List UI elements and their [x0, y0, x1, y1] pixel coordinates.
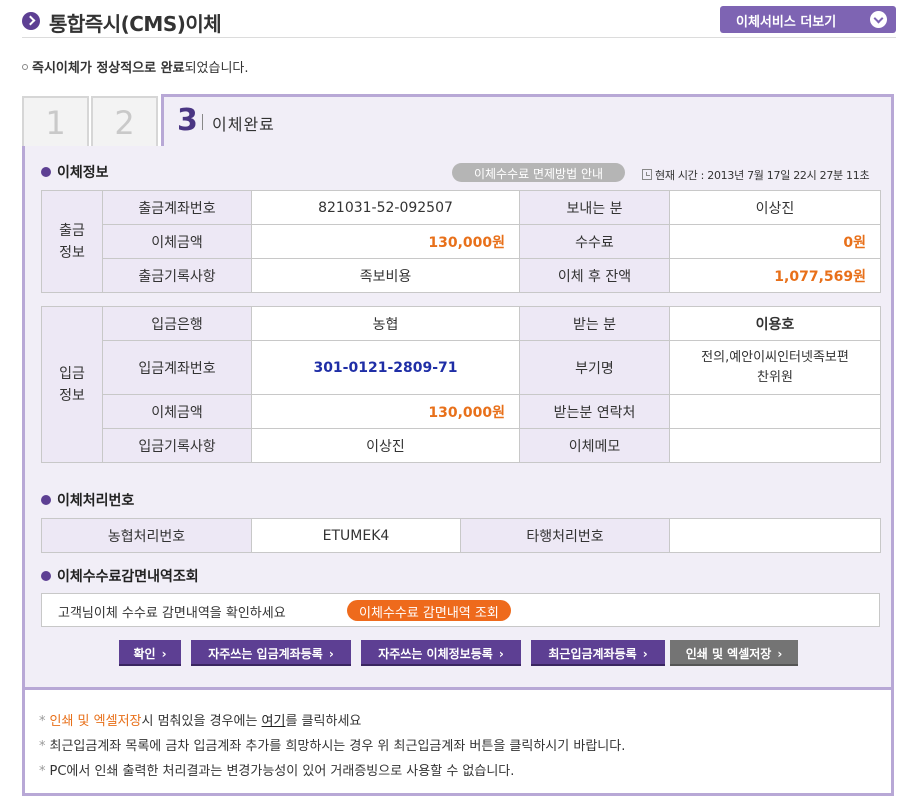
print-excel-button[interactable]: 인쇄 및 엑셀저장 ›: [670, 640, 798, 666]
page-header: 통합즉시(CMS)이체 이체서비스 더보기: [22, 6, 896, 38]
withdrawal-account: 821031-52-092507: [251, 190, 520, 225]
section-transfer-info: 이체정보: [41, 162, 109, 182]
cell-label: 이체금액: [102, 224, 252, 259]
deposit-table: 입금 정보 입금은행 농협 받는 분 이용호 입금계좌번호 301-0121-28…: [41, 306, 881, 463]
processing-table: 농협처리번호 ETUMEK4 타행처리번호: [41, 518, 881, 553]
cell-label: 보내는 분: [519, 190, 670, 225]
section-bullet-icon: [41, 167, 51, 177]
nh-processing-value: ETUMEK4: [251, 518, 461, 553]
balance-after: 1,077,569원: [669, 258, 881, 293]
deposit-bank: 농협: [251, 306, 520, 341]
arrow-right-icon: ›: [642, 647, 648, 661]
other-processing-value: [669, 518, 881, 553]
bullet-star-icon: *: [39, 764, 46, 779]
more-services-button[interactable]: 이체서비스 더보기: [720, 6, 896, 33]
cell-label: 출금계좌번호: [102, 190, 252, 225]
fee-lookup-button[interactable]: 이체수수료 감면내역 조회: [347, 600, 511, 621]
notice-rest: 되었습니다.: [184, 61, 249, 76]
cell-label: 출금기록사항: [102, 258, 252, 293]
bullet-star-icon: *: [39, 739, 46, 754]
deposit-account: 301-0121-2809-71: [251, 340, 520, 395]
step-divider: [202, 114, 203, 130]
register-recent-account-button[interactable]: 최근입금계좌등록 ›: [531, 640, 665, 666]
fee-lookup-text: 고객님이체 수수료 감면내역을 확인하세요: [58, 606, 286, 621]
notice-bold: 즉시이체가 정상적으로 완료: [32, 61, 185, 76]
nh-processing-label: 농협처리번호: [41, 518, 252, 553]
step-tabs: 1 2 3 이체완료: [22, 94, 894, 148]
chevron-down-icon: [870, 11, 887, 28]
step-3-label: 이체완료: [212, 115, 275, 134]
section-bullet-icon: [41, 495, 51, 505]
register-fav-info-button[interactable]: 자주쓰는 이체정보등록 ›: [361, 640, 521, 666]
withdrawal-table: 출금 정보 출금계좌번호 821031-52-092507 보내는 분 이상진 이…: [41, 190, 881, 293]
withdrawal-memo: 족보비용: [251, 258, 520, 293]
cell-label: 부기명: [519, 340, 670, 395]
here-link[interactable]: 여기: [262, 714, 286, 729]
sender-name: 이상진: [669, 190, 881, 225]
cell-label: 이체 후 잔액: [519, 258, 670, 293]
cell-label: 입금은행: [102, 306, 252, 341]
deposit-amount: 130,000원: [251, 394, 520, 429]
cell-label: 이체메모: [519, 428, 670, 463]
cell-label: 이체금액: [102, 394, 252, 429]
other-processing-label: 타행처리번호: [460, 518, 670, 553]
notes-box: * 인쇄 및 엑셀저장시 멈춰있을 경우에는 여기를 클릭하세요 * 최근입금계좌 …: [22, 690, 894, 796]
transfer-memo: [669, 428, 881, 463]
cell-label: 입금기록사항: [102, 428, 252, 463]
fee-exemption-guide-button[interactable]: 이체수수료 면제방법 안내: [452, 163, 625, 182]
cell-label: 받는 분: [519, 306, 670, 341]
current-time: 현재 시간 : 2013년 7월 17일 22시 27분 11초: [642, 167, 870, 183]
notice-bullet-icon: [22, 64, 28, 70]
withdrawal-side-label: 출금 정보: [41, 190, 103, 293]
confirm-button[interactable]: 확인 ›: [119, 640, 181, 666]
section-processing-number: 이체처리번호: [41, 490, 134, 510]
memo-name: 전의,예안이씨인터넷족보편찬위원: [669, 340, 881, 395]
deposit-side-label: 입금 정보: [41, 306, 103, 463]
arrow-right-icon: ›: [498, 647, 504, 661]
step-tab-2: 2: [91, 96, 158, 148]
more-services-label: 이체서비스 더보기: [736, 15, 837, 30]
step-tab-1: 1: [22, 96, 89, 148]
arrow-right-icon: ›: [161, 647, 167, 661]
page-title: 통합즉시(CMS)이체: [49, 12, 222, 36]
withdrawal-amount: 130,000원: [251, 224, 520, 259]
arrow-right-icon: ›: [328, 647, 334, 661]
cell-label: 받는분 연락처: [519, 394, 670, 429]
completion-notice: 즉시이체가 정상적으로 완료되었습니다.: [22, 57, 249, 76]
bullet-star-icon: *: [39, 714, 46, 729]
deposit-memo: 이상진: [251, 428, 520, 463]
note-2: * 최근입금계좌 목록에 금차 입금계좌 추가를 희망하시는 경우 위 최근입금계…: [39, 739, 626, 754]
recipient-contact: [669, 394, 881, 429]
fee-lookup-box: 고객님이체 수수료 감면내역을 확인하세요 이체수수료 감면내역 조회: [41, 593, 880, 627]
recipient-name: 이용호: [669, 306, 881, 341]
clock-icon: [642, 169, 652, 180]
arrow-right-icon: ›: [777, 647, 783, 661]
fee-amount: 0원: [669, 224, 881, 259]
note-1: * 인쇄 및 엑셀저장시 멈춰있을 경우에는 여기를 클릭하세요: [39, 714, 362, 729]
title-bullet-icon: [22, 12, 40, 30]
register-fav-account-button[interactable]: 자주쓰는 입금계좌등록 ›: [191, 640, 351, 666]
step-tab-3-active: 3 이체완료: [161, 94, 894, 148]
cell-label: 수수료: [519, 224, 670, 259]
cell-label: 입금계좌번호: [102, 340, 252, 395]
action-buttons: 확인 › 자주쓰는 입금계좌등록 › 자주쓰는 이체정보등록 › 최근입금계좌등록 › …: [25, 640, 891, 667]
section-fee-lookup: 이체수수료감면내역조회: [41, 566, 199, 586]
result-panel: 이체정보 이체수수료 면제방법 안내 현재 시간 : 2013년 7월 17일 …: [22, 146, 894, 690]
note-3: * PC에서 인쇄 출력한 처리결과는 변경가능성이 있어 거래증빙으로 사용할 …: [39, 764, 515, 779]
section-bullet-icon: [41, 571, 51, 581]
step-3-number: 3: [177, 103, 198, 138]
